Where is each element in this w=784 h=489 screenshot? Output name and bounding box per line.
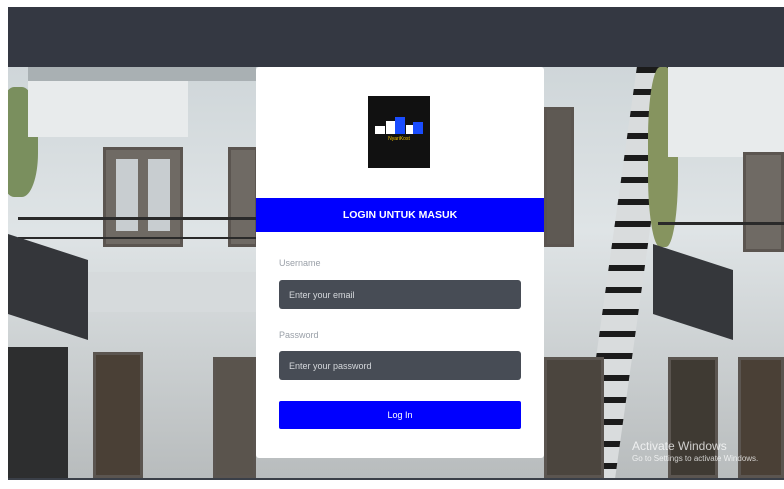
balcony-railing <box>18 237 256 239</box>
building-wall <box>28 77 188 137</box>
password-input[interactable] <box>279 351 521 380</box>
building-window <box>103 147 183 247</box>
roof-awning <box>8 234 88 340</box>
roof-awning <box>653 244 733 340</box>
building-logo-icon: NyariKost <box>368 96 430 168</box>
building-door <box>93 352 143 478</box>
window-glass <box>148 159 170 231</box>
building-wall <box>668 67 784 157</box>
bottom-bar <box>8 478 784 480</box>
login-banner-title: LOGIN UNTUK MASUK <box>256 198 544 232</box>
window-glass <box>116 159 138 231</box>
login-card: NyariKost LOGIN UNTUK MASUK Username Pas… <box>256 67 544 458</box>
shadow-area <box>8 347 68 478</box>
login-button[interactable]: Log In <box>279 401 521 429</box>
app-window: NyariKost LOGIN UNTUK MASUK Username Pas… <box>8 7 784 480</box>
username-label: Username <box>279 258 321 268</box>
roof-edge <box>28 67 256 81</box>
watermark-title: Activate Windows <box>632 439 727 453</box>
password-label: Password <box>279 330 319 340</box>
logo-block <box>375 126 385 134</box>
activation-watermark: Activate Windows Go to Settings to activ… <box>632 439 758 465</box>
logo-block <box>395 117 405 134</box>
building-door <box>544 357 604 478</box>
logo-block <box>413 122 423 134</box>
building-window <box>743 152 784 252</box>
balcony-railing <box>18 217 256 220</box>
watermark-subtitle: Go to Settings to activate Windows. <box>632 454 759 463</box>
logo-text: NyariKost <box>388 136 410 142</box>
building-window <box>544 107 574 247</box>
building-window <box>228 147 258 247</box>
balcony-railing <box>658 222 784 225</box>
username-input[interactable] <box>279 280 521 309</box>
building-window <box>213 357 256 478</box>
top-header-bar <box>8 7 784 67</box>
